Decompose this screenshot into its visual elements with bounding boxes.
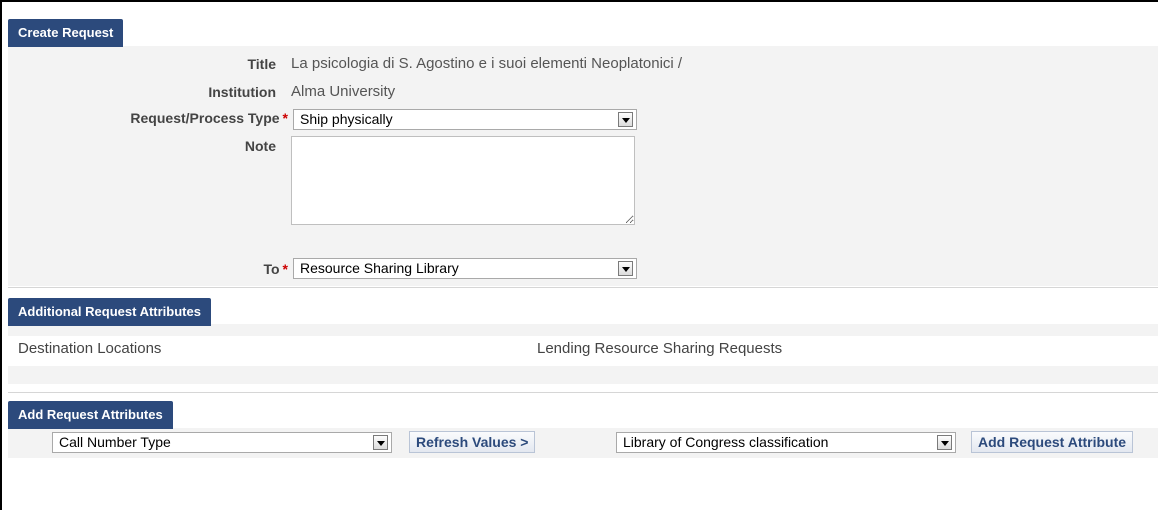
- chevron-down-icon[interactable]: [618, 261, 633, 276]
- additional-attributes-header: Additional Request Attributes: [8, 298, 211, 326]
- create-request-header: Create Request: [8, 19, 124, 47]
- request-type-select[interactable]: Ship physically: [293, 109, 637, 130]
- section-divider: [8, 287, 1158, 288]
- add-request-attribute-button[interactable]: Add Request Attribute: [971, 431, 1134, 453]
- request-type-selected: Ship physically: [300, 111, 393, 127]
- add-attributes-header: Add Request Attributes: [8, 401, 173, 429]
- required-marker: *: [282, 110, 288, 126]
- to-select[interactable]: Resource Sharing Library: [293, 258, 637, 279]
- destination-locations-column: Destination Locations: [18, 340, 162, 357]
- attribute-type-selected: Call Number Type: [59, 434, 171, 450]
- attribute-value-select[interactable]: Library of Congress classification: [616, 432, 956, 453]
- note-label: Note: [244, 138, 276, 154]
- request-type-label-text: Request/Process Type: [130, 110, 280, 126]
- chevron-down-icon[interactable]: [373, 435, 388, 450]
- title-value: La psicologia di S. Agostino e i suoi el…: [291, 55, 683, 72]
- request-type-label: Request/Process Type *: [60, 110, 288, 126]
- required-marker: *: [282, 261, 288, 277]
- additional-attributes-footer: [8, 366, 1158, 384]
- to-label: To *: [180, 261, 288, 277]
- lending-requests-column: Lending Resource Sharing Requests: [537, 340, 783, 357]
- chevron-down-icon[interactable]: [618, 112, 633, 127]
- attribute-type-select[interactable]: Call Number Type: [52, 432, 392, 453]
- section-divider: [8, 392, 1158, 393]
- chevron-down-icon[interactable]: [937, 435, 952, 450]
- to-label-text: To: [263, 261, 280, 277]
- refresh-values-button[interactable]: Refresh Values >: [409, 431, 536, 453]
- to-selected: Resource Sharing Library: [300, 260, 459, 276]
- institution-value: Alma University: [291, 83, 396, 100]
- title-label: Title: [247, 56, 276, 72]
- institution-label: Institution: [208, 84, 276, 100]
- note-textarea[interactable]: [291, 136, 635, 225]
- attribute-value-selected: Library of Congress classification: [623, 434, 829, 450]
